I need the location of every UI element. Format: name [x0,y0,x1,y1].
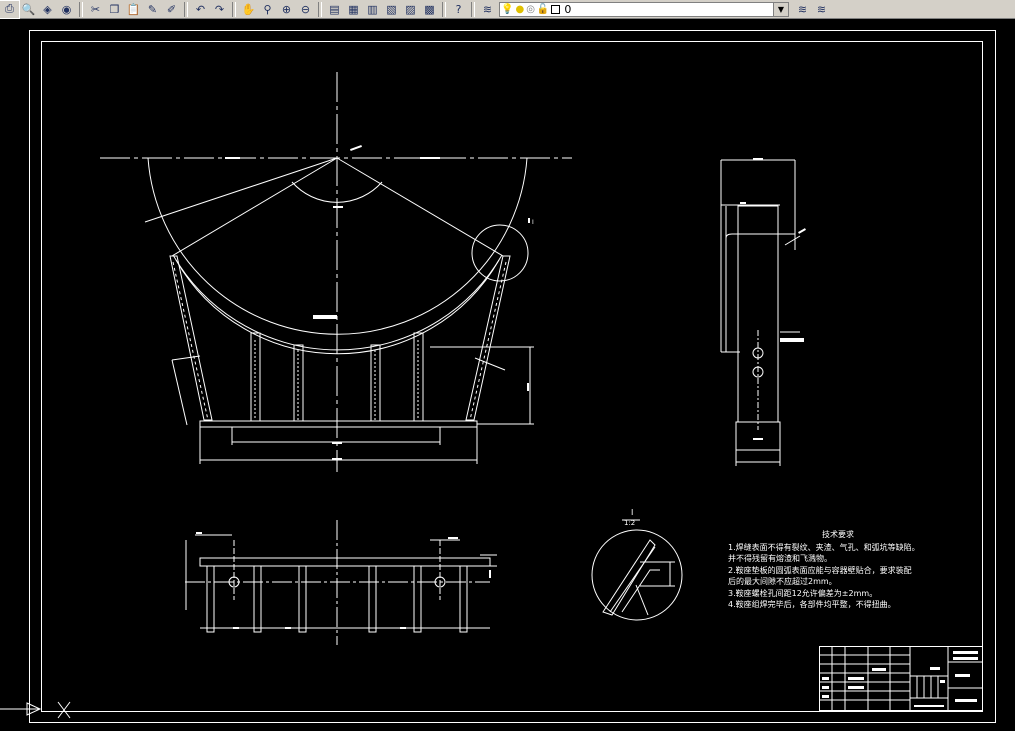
layer-color-icon [551,4,561,14]
radial-line [171,157,338,257]
tech-line: 4.鞍座组焊完毕后，各部件均平整，不得扭曲。 [728,600,896,609]
tech-line: 1.焊缝表面不得有裂纹、夹渣、气孔、和弧坑等缺陷。 [728,542,920,552]
redo-icon[interactable]: ↷ [210,1,229,18]
detail-marker: I [532,219,534,226]
toolbar-buttons: ⎙ 🔍 ◈ ◉ ✂ ❐ 📋 ✎ ✐ ↶ ↷ ✋ ⚲ ⊕ ⊖ ▤ ▦ ▥ ▧ ▨ ▩? ≋ [0,0,497,19]
layer-previous-icon[interactable]: ≋ [812,1,831,18]
chevron-down-icon[interactable]: ▼ [773,2,788,16]
help-icon[interactable]: ? [449,1,468,18]
ucs-icon [0,701,71,719]
tech-title: 技术要求 [822,530,854,539]
copy-icon[interactable]: ❐ [105,1,124,18]
match-properties-icon[interactable]: ✎ [143,1,162,18]
markup-icon[interactable]: ▨ [401,1,420,18]
side-view [720,159,801,466]
calculator-icon[interactable]: ▩ [420,1,439,18]
tech-line: 3.鞍座螺栓孔间距12允许偏差为±2mm。 [728,588,878,598]
properties-icon[interactable]: ▤ [325,1,344,18]
outer-frame [29,30,996,723]
paste-icon[interactable]: 📋 [124,1,143,18]
detail-scale: 1:2 [624,519,635,527]
etransmit-icon[interactable]: ◉ [57,1,76,18]
base-plate [199,420,478,428]
make-layer-current-icon[interactable]: ≋ [793,1,812,18]
toolbar-separator [318,1,322,17]
technical-requirements: 技术要求 1.焊缝表面不得有裂纹、夹渣、气孔、和弧坑等缺陷。 并不得残留有熔渣和… [728,529,948,611]
layer-name: 0 [564,2,572,16]
layer-dropdown[interactable]: 💡 ● ◎ 🔓 0 ▼ [499,1,789,17]
drawing-canvas[interactable]: I 1:2 I 技术要求 1.焊缝表面不得有裂纹、夹渣、气孔、和弧坑等缺陷。 并… [0,19,1015,731]
toolbar-separator [184,1,188,17]
detail-label: I [631,508,633,517]
layer-freeze-icon: ● [515,3,525,15]
block-editor-icon[interactable]: ✐ [162,1,181,18]
standard-toolbar: ⎙ 🔍 ◈ ◉ ✂ ❐ 📋 ✎ ✐ ↶ ↷ ✋ ⚲ ⊕ ⊖ ▤ ▦ ▥ ▧ ▨ ▩? ≋ 💡 ● ◎ 🔓 0 ▼ ≋ ≋ [0,0,1015,19]
toolbar-separator [79,1,83,17]
plot-preview-icon[interactable]: 🔍 [19,1,38,18]
zoom-realtime-icon[interactable]: ⚲ [258,1,277,18]
radial-line [336,157,504,257]
tech-line: 并不得残留有熔渣和飞溅物。 [728,554,832,563]
radial-line [144,157,338,223]
sheet-set-icon[interactable]: ▧ [382,1,401,18]
publish-icon[interactable]: ⎙ [0,0,20,19]
tool-palettes-icon[interactable]: ▥ [363,1,382,18]
layer-viewport-icon: ◎ [526,3,535,15]
detail-circle [471,224,529,282]
layer-on-icon: 💡 [501,3,514,15]
layer-lock-icon: 🔓 [536,3,550,15]
pan-icon[interactable]: ✋ [239,1,258,18]
detail-view [591,519,683,621]
layer-toolbar-buttons: ≋ ≋ [793,1,831,18]
layer-manager-icon[interactable]: ≋ [478,1,497,18]
inner-frame [41,41,983,712]
cut-icon[interactable]: ✂ [86,1,105,18]
toolbar-separator [471,1,475,17]
toolbar-separator [442,1,446,17]
toolbar-separator [232,1,236,17]
undo-icon[interactable]: ↶ [191,1,210,18]
zoom-previous-icon[interactable]: ⊖ [296,1,315,18]
tech-line: 2.鞍座垫板的圆弧表面应能与容器壁贴合，要求装配 [728,565,912,575]
zoom-window-icon[interactable]: ⊕ [277,1,296,18]
tech-line: 后的最大间隙不应超过2mm。 [728,577,837,586]
label-block [313,315,337,319]
cad-drawing: I 1:2 I [0,30,996,723]
design-center-icon[interactable]: ▦ [344,1,363,18]
publish-web-icon[interactable]: ◈ [38,1,57,18]
